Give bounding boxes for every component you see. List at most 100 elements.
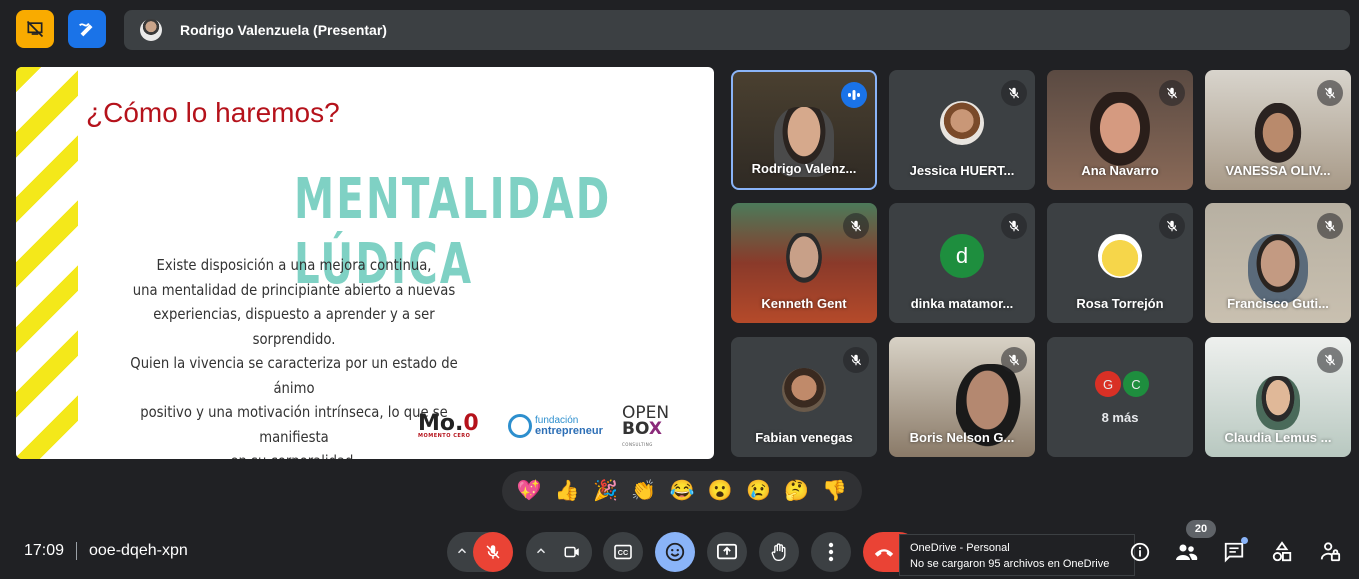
reactions-button[interactable] bbox=[655, 532, 695, 572]
mic-off-icon bbox=[486, 545, 500, 559]
slide-title: ¿Cómo lo haremos? bbox=[86, 97, 340, 128]
body-line: una mentalidad de principiante abierto a… bbox=[132, 280, 456, 299]
reaction-clap[interactable]: 👏 bbox=[631, 481, 656, 501]
mic-off-icon bbox=[1317, 213, 1343, 239]
avatar-initial: C bbox=[1123, 371, 1149, 397]
more-options-button[interactable] bbox=[811, 532, 851, 572]
body-line: Quien la vivencia se caracteriza por un … bbox=[130, 354, 458, 397]
participant-name: Ana Navarro bbox=[1081, 163, 1159, 178]
participant-tile[interactable]: Rodrigo Valenz... bbox=[731, 70, 877, 190]
logo-ring-icon bbox=[508, 414, 532, 438]
mic-off-icon bbox=[843, 213, 869, 239]
video-feed bbox=[1085, 92, 1155, 173]
more-vert-icon bbox=[828, 542, 834, 562]
chevron-up-icon[interactable] bbox=[455, 544, 469, 563]
reaction-heart[interactable]: 💖 bbox=[517, 481, 542, 501]
avatar bbox=[940, 100, 984, 145]
activities-button[interactable] bbox=[1270, 540, 1294, 564]
more-participants-tile[interactable]: G C 8 más bbox=[1047, 337, 1193, 457]
emoji-icon bbox=[665, 542, 685, 562]
mic-off-icon bbox=[843, 347, 869, 373]
chevron-up-icon[interactable] bbox=[534, 544, 548, 563]
participant-name: VANESSA OLIV... bbox=[1225, 163, 1331, 178]
mic-off-icon bbox=[1001, 213, 1027, 239]
participant-name: dinka matamor... bbox=[910, 296, 1014, 311]
present-button[interactable] bbox=[707, 532, 747, 572]
body-line: Existe disposición a una mejora continua… bbox=[156, 256, 432, 274]
participant-tile[interactable]: Kenneth Gent bbox=[731, 203, 877, 323]
camera-control-group bbox=[526, 532, 592, 572]
camera-icon bbox=[564, 546, 579, 558]
notification-message: No se cargaron 95 archivos en OneDrive bbox=[910, 558, 1110, 570]
chat-icon bbox=[1224, 542, 1244, 563]
reaction-party[interactable]: 🎉 bbox=[593, 481, 618, 501]
reactions-bar: 💖 👍 🎉 👏 😂 😮 😢 🤔 👎 bbox=[502, 471, 862, 511]
presentation-off-icon bbox=[26, 20, 44, 38]
lock-person-icon bbox=[1320, 542, 1341, 562]
host-controls-button[interactable] bbox=[1318, 540, 1342, 564]
shared-slide: ¿Cómo lo haremos? MENTALIDAD LÚDICA Exis… bbox=[16, 67, 714, 459]
reaction-thinking[interactable]: 🤔 bbox=[784, 481, 809, 501]
participant-name: Jessica HUERT... bbox=[909, 163, 1015, 178]
avatar bbox=[1098, 233, 1142, 278]
present-off-button[interactable] bbox=[16, 10, 54, 48]
annotate-button[interactable] bbox=[68, 10, 106, 48]
reaction-surprised[interactable]: 😮 bbox=[708, 481, 733, 501]
participant-tile[interactable]: VANESSA OLIV... bbox=[1205, 70, 1351, 190]
video-feed bbox=[1248, 234, 1308, 304]
participant-name: Rosa Torrejón bbox=[1076, 296, 1164, 311]
reaction-sad[interactable]: 😢 bbox=[746, 481, 771, 501]
raise-hand-button[interactable] bbox=[759, 532, 799, 572]
logo-openbox: OPEN BOX CONSULTING bbox=[622, 403, 670, 448]
participant-tile[interactable]: Rosa Torrejón bbox=[1047, 203, 1193, 323]
avatar bbox=[140, 19, 162, 41]
body-line: experiencias, dispuesto a aprender y a s… bbox=[153, 305, 435, 348]
mic-off-icon bbox=[1159, 80, 1185, 106]
participant-tile[interactable]: d dinka matamor... bbox=[889, 203, 1035, 323]
info-icon bbox=[1130, 542, 1150, 562]
chat-button[interactable] bbox=[1222, 537, 1248, 564]
info-button[interactable] bbox=[1128, 540, 1152, 564]
video-feed bbox=[1250, 103, 1306, 169]
camera-toggle-button[interactable] bbox=[552, 532, 592, 572]
people-button[interactable] bbox=[1174, 540, 1198, 564]
participant-name: Francisco Guti... bbox=[1227, 296, 1329, 311]
people-icon bbox=[1176, 544, 1198, 560]
presenter-bar[interactable]: Rodrigo Valenzuela (Presentar) bbox=[124, 10, 1350, 50]
captions-icon: CC bbox=[614, 544, 632, 560]
participant-name: Boris Nelson G... bbox=[909, 430, 1015, 445]
participant-tile[interactable]: Fabian venegas bbox=[731, 337, 877, 457]
logo-fundacion-entrepreneur: fundación entrepreneur bbox=[508, 414, 603, 438]
more-count: 8 más bbox=[1101, 410, 1139, 425]
mic-toggle-button[interactable] bbox=[473, 532, 513, 572]
reaction-laugh[interactable]: 😂 bbox=[670, 481, 695, 501]
avatar-initial: d bbox=[940, 233, 984, 278]
participant-name: Rodrigo Valenz... bbox=[751, 161, 857, 176]
mic-off-icon bbox=[1317, 347, 1343, 373]
logo-momento-cero: Mo.0 MOMENTO CERO bbox=[418, 411, 479, 439]
speaking-indicator-icon bbox=[841, 82, 867, 108]
reaction-thumbs-down[interactable]: 👎 bbox=[822, 481, 847, 501]
mic-control-group bbox=[447, 532, 513, 572]
hang-up-icon bbox=[874, 549, 894, 557]
mic-off-icon bbox=[1001, 80, 1027, 106]
divider bbox=[76, 542, 77, 560]
participant-tile[interactable]: Francisco Guti... bbox=[1205, 203, 1351, 323]
participant-tile[interactable]: Jessica HUERT... bbox=[889, 70, 1035, 190]
mic-off-icon bbox=[1317, 80, 1343, 106]
participant-count-badge: 20 bbox=[1186, 520, 1216, 538]
slide-stripes bbox=[16, 67, 78, 459]
captions-button[interactable]: CC bbox=[603, 532, 643, 572]
video-feed bbox=[779, 233, 829, 293]
hand-icon bbox=[771, 543, 786, 561]
onedrive-notification[interactable]: OneDrive - Personal No se cargaron 95 ar… bbox=[899, 534, 1135, 576]
participant-tile[interactable]: Boris Nelson G... bbox=[889, 337, 1035, 457]
participant-tile[interactable]: Claudia Lemus ... bbox=[1205, 337, 1351, 457]
participant-tile[interactable]: Ana Navarro bbox=[1047, 70, 1193, 190]
avatar bbox=[782, 367, 826, 412]
mic-off-icon bbox=[1001, 347, 1027, 373]
reaction-thumbs-up[interactable]: 👍 bbox=[555, 481, 580, 501]
meeting-code: ooe-dqeh-xpn bbox=[89, 542, 188, 559]
body-line: en su corporalidad. bbox=[118, 449, 470, 459]
presenter-label: Rodrigo Valenzuela (Presentar) bbox=[180, 22, 387, 38]
